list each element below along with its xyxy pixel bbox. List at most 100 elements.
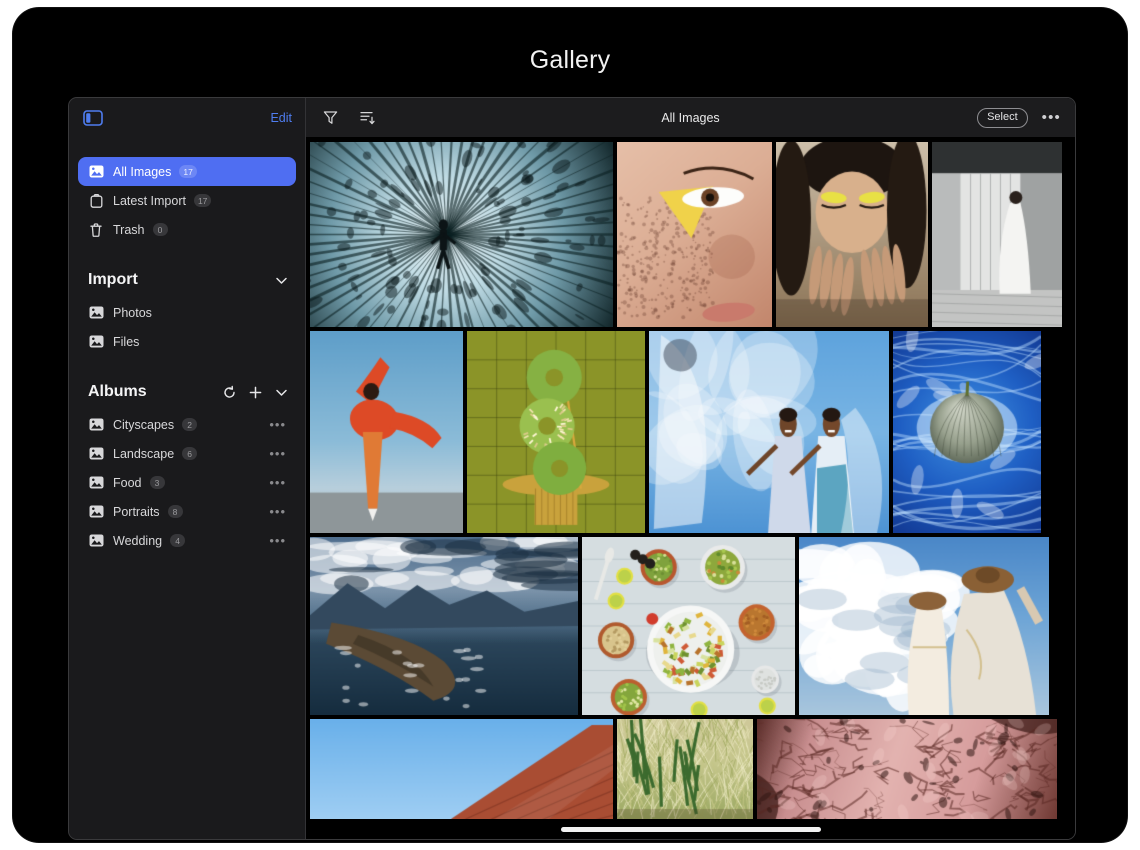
- photo-grid[interactable]: [306, 138, 1075, 839]
- photo-freckled-face-yellow-triangle[interactable]: [617, 142, 772, 327]
- sidebar-item-wedding[interactable]: Wedding 4 •••: [78, 526, 296, 555]
- photo-thumbnail: [617, 719, 753, 819]
- sidebar-item-label: Trash: [113, 223, 145, 237]
- photo-thumbnail: [310, 142, 613, 327]
- sidebar-item-label: Wedding: [113, 534, 162, 548]
- photo-icon: [88, 446, 104, 462]
- refresh-icon[interactable]: [222, 385, 237, 400]
- photo-grid-row: [310, 537, 1075, 715]
- chevron-down-icon[interactable]: [274, 385, 289, 400]
- photo-grid-row: [310, 142, 1075, 327]
- album-more-options-icon[interactable]: •••: [269, 451, 286, 457]
- sidebar-item-trash[interactable]: Trash 0: [78, 215, 296, 244]
- sidebar-top-bar: Edit: [69, 98, 305, 138]
- sidebar-item-label: Photos: [113, 306, 152, 320]
- photo-icon: [88, 334, 104, 350]
- page-title: Gallery: [13, 46, 1127, 75]
- photo-thumbnail: [582, 537, 795, 715]
- albums-section-header: Albums: [69, 379, 305, 405]
- sidebar-item-cityscapes[interactable]: Cityscapes 2 •••: [78, 410, 296, 439]
- photo-icon: [88, 417, 104, 433]
- plus-icon[interactable]: [248, 385, 263, 400]
- edit-button[interactable]: Edit: [270, 111, 292, 125]
- select-button[interactable]: Select: [977, 108, 1028, 128]
- photo-icon: [88, 504, 104, 520]
- photo-aerial-mountain-coastline[interactable]: [310, 537, 578, 715]
- photo-thumbnail: [310, 719, 613, 819]
- gallery-app-window: Edit All Images 17: [68, 97, 1076, 840]
- main-content: All Images Select •••: [306, 98, 1075, 839]
- sidebar-item-badge: 0: [153, 223, 168, 236]
- sidebar-item-landscape[interactable]: Landscape 6 •••: [78, 439, 296, 468]
- photo-thumbnail: [776, 142, 928, 327]
- sidebar-item-label: Portraits: [113, 505, 160, 519]
- sidebar-item-badge: 17: [194, 194, 211, 207]
- photo-two-women-hats-clouds[interactable]: [799, 537, 1049, 715]
- photo-pink-rock-texture[interactable]: [757, 719, 1057, 819]
- sidebar-item-label: Cityscapes: [113, 418, 174, 432]
- sidebar-item-files[interactable]: Files: [78, 327, 296, 356]
- album-more-options-icon[interactable]: •••: [269, 422, 286, 428]
- album-more-options-icon[interactable]: •••: [269, 538, 286, 544]
- filter-icon[interactable]: [322, 109, 339, 126]
- sidebar-item-badge: 8: [168, 505, 183, 518]
- import-section-header: Import: [69, 267, 305, 293]
- photo-forest-canopy-skydiver[interactable]: [310, 142, 613, 327]
- photo-thumbnail: [799, 537, 1049, 715]
- photo-yellow-eyeshadow-portrait[interactable]: [776, 142, 928, 327]
- album-more-options-icon[interactable]: •••: [269, 480, 286, 486]
- toolbar-more-options-icon[interactable]: •••: [1042, 115, 1061, 121]
- sidebar-item-badge: 17: [179, 165, 196, 178]
- home-indicator: [561, 827, 821, 832]
- chevron-down-icon[interactable]: [274, 273, 289, 288]
- sidebar-item-badge: 2: [182, 418, 197, 431]
- photo-overhead-food-spread[interactable]: [582, 537, 795, 715]
- content-title: All Images: [306, 111, 1075, 125]
- trash-icon: [88, 222, 104, 238]
- photo-thumbnail: [467, 331, 645, 533]
- photo-dune-grass[interactable]: [617, 719, 753, 819]
- photo-two-women-blue-sky-tulle[interactable]: [649, 331, 889, 533]
- tablet-device-frame: Gallery Edit: [13, 8, 1127, 842]
- sidebar-import-list: Photos Files: [69, 298, 305, 356]
- photo-icon: [88, 533, 104, 549]
- sidebar-item-label: Files: [113, 335, 139, 349]
- sidebar-item-label: Latest Import: [113, 194, 186, 208]
- photo-thumbnail: [649, 331, 889, 533]
- albums-section-title: Albums: [88, 383, 147, 401]
- sidebar-albums-list: Cityscapes 2 ••• Landscape 6 •••: [69, 410, 305, 555]
- sidebar-item-food[interactable]: Food 3 •••: [78, 468, 296, 497]
- sidebar-item-badge: 4: [170, 534, 185, 547]
- photo-icon: [88, 164, 104, 180]
- sidebar-item-latest-import[interactable]: Latest Import 17: [78, 186, 296, 215]
- photo-grid-row: [310, 719, 1075, 819]
- photo-icon: [88, 305, 104, 321]
- content-toolbar: All Images Select •••: [306, 98, 1075, 138]
- import-icon: [88, 193, 104, 209]
- sidebar-item-photos[interactable]: Photos: [78, 298, 296, 327]
- photo-grid-row: [310, 331, 1075, 533]
- photo-thumbnail: [893, 331, 1041, 533]
- photo-white-dress-architecture[interactable]: [932, 142, 1062, 327]
- sidebar-library-list: All Images 17 Latest Import 17: [69, 157, 305, 244]
- sort-descending-icon[interactable]: [359, 109, 376, 126]
- photo-thumbnail: [310, 537, 578, 715]
- sidebar-item-all-images[interactable]: All Images 17: [78, 157, 296, 186]
- sidebar-item-label: Landscape: [113, 447, 174, 461]
- photo-blue-sky-terracotta-wall[interactable]: [310, 719, 613, 819]
- photo-icon: [88, 475, 104, 491]
- sidebar-item-badge: 6: [182, 447, 197, 460]
- screenshot-root: Gallery Edit: [0, 0, 1140, 850]
- sidebar-item-label: Food: [113, 476, 142, 490]
- sidebar: Edit All Images 17: [69, 98, 306, 839]
- sidebar-toggle-icon[interactable]: [83, 110, 103, 126]
- sidebar-item-portraits[interactable]: Portraits 8 •••: [78, 497, 296, 526]
- photo-thumbnail: [757, 719, 1057, 819]
- photo-fig-in-blue-water[interactable]: [893, 331, 1041, 533]
- album-more-options-icon[interactable]: •••: [269, 509, 286, 515]
- photo-thumbnail: [617, 142, 772, 327]
- photo-thumbnail: [310, 331, 463, 533]
- photo-red-dancer-blue-backdrop[interactable]: [310, 331, 463, 533]
- sidebar-item-label: All Images: [113, 165, 171, 179]
- photo-green-donuts-stack[interactable]: [467, 331, 645, 533]
